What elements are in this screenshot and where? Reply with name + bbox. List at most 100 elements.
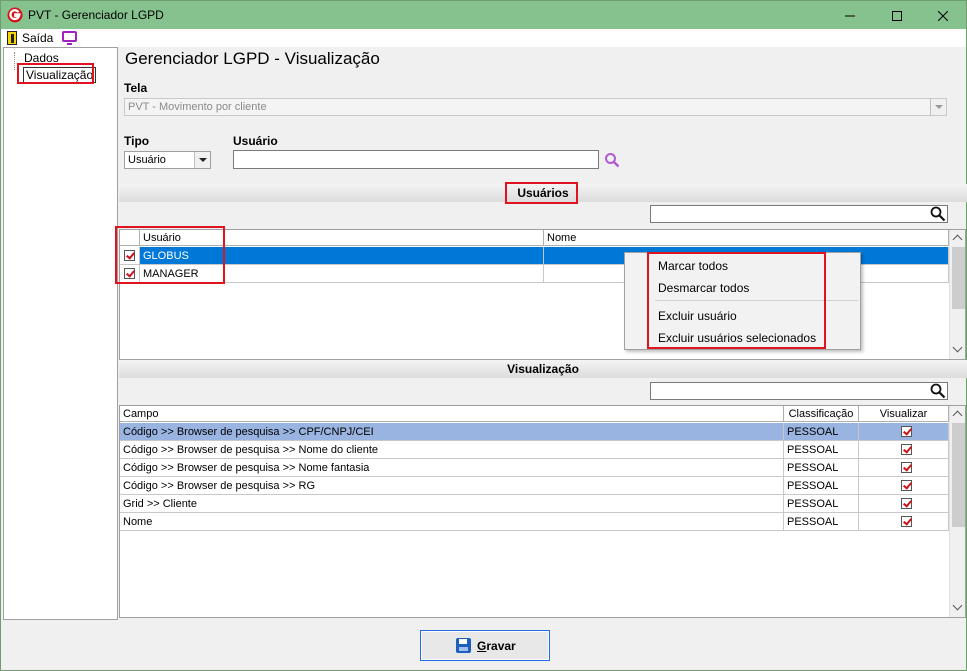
- visualizar-checkbox[interactable]: [901, 444, 912, 455]
- cell-visualizar: [859, 423, 949, 441]
- visualizar-checkbox[interactable]: [901, 516, 912, 527]
- navigation-tree: Dados Visualização: [3, 47, 118, 620]
- cell-classificacao: PESSOAL: [784, 423, 859, 441]
- visualizar-checkbox[interactable]: [901, 426, 912, 437]
- exit-door-icon[interactable]: [7, 31, 17, 45]
- usuario-label: Usuário: [233, 134, 278, 148]
- maximize-button[interactable]: [874, 1, 920, 29]
- cell-campo: Nome: [120, 513, 784, 531]
- cell-visualizar: [859, 495, 949, 513]
- view-section-header: Visualização: [119, 360, 967, 378]
- view-search-input[interactable]: [650, 382, 948, 400]
- column-header-usuario[interactable]: Usuário: [140, 230, 544, 246]
- menu-item-desmarcar-todos[interactable]: Desmarcar todos: [658, 281, 749, 295]
- page-title: Gerenciador LGPD - Visualização: [125, 49, 380, 68]
- visualizar-checkbox[interactable]: [901, 498, 912, 509]
- table-row[interactable]: Código >> Browser de pesquisa >> Nome do…: [120, 441, 949, 459]
- table-row[interactable]: Código >> Browser de pesquisa >> Nome fa…: [120, 459, 949, 477]
- users-grid-header: Usuário Nome: [120, 230, 949, 246]
- cell-classificacao: PESSOAL: [784, 513, 859, 531]
- search-icon[interactable]: [604, 152, 620, 168]
- maximize-icon: [892, 11, 902, 22]
- column-header-classificacao[interactable]: Classificação: [784, 406, 859, 422]
- menu-item-marcar-todos[interactable]: Marcar todos: [658, 259, 728, 273]
- window-title: PVT - Gerenciador LGPD: [28, 8, 164, 22]
- users-section-header: Usuários: [119, 184, 967, 202]
- monitor-icon[interactable]: [62, 31, 77, 45]
- minimize-button[interactable]: [827, 1, 873, 29]
- title-bar: PVT - Gerenciador LGPD: [1, 1, 966, 29]
- checkbox-column-header[interactable]: [120, 230, 140, 246]
- users-grid-scrollbar[interactable]: [949, 230, 965, 359]
- cell-campo: Código >> Browser de pesquisa >> Nome fa…: [120, 459, 784, 477]
- view-grid: Campo Classificação Visualizar Código >>…: [119, 405, 966, 618]
- cell-visualizar: [859, 513, 949, 531]
- save-button-label: Gravar: [477, 639, 516, 653]
- row-checkbox[interactable]: [124, 268, 135, 279]
- row-checkbox-cell: [120, 265, 140, 283]
- tela-label: Tela: [124, 81, 148, 95]
- row-checkbox-cell: [120, 247, 140, 265]
- row-checkbox[interactable]: [124, 250, 135, 261]
- table-row[interactable]: Código >> Browser de pesquisa >> RG PESS…: [120, 477, 949, 495]
- scroll-up-icon[interactable]: [950, 406, 965, 422]
- chevron-down-icon[interactable]: [930, 99, 946, 115]
- view-grid-scrollbar[interactable]: [949, 406, 965, 617]
- menu-separator: [655, 300, 858, 301]
- cell-classificacao: PESSOAL: [784, 477, 859, 495]
- app-logo-icon: [7, 7, 23, 23]
- close-icon: [937, 10, 949, 22]
- cell-classificacao: PESSOAL: [784, 441, 859, 459]
- users-section-title: Usuários: [517, 186, 569, 200]
- cell-usuario: GLOBUS: [140, 247, 544, 265]
- table-row[interactable]: Nome PESSOAL: [120, 513, 949, 531]
- cell-visualizar: [859, 459, 949, 477]
- table-row[interactable]: Código >> Browser de pesquisa >> CPF/CNP…: [120, 423, 949, 441]
- floppy-disk-icon: [456, 638, 471, 653]
- search-icon[interactable]: [930, 383, 946, 399]
- table-row[interactable]: Grid >> Cliente PESSOAL: [120, 495, 949, 513]
- tree-item-dados[interactable]: Dados: [24, 51, 59, 65]
- scroll-down-icon[interactable]: [950, 342, 965, 358]
- menu-item-excluir-usuario[interactable]: Excluir usuário: [658, 309, 737, 323]
- tela-select[interactable]: PVT - Movimento por cliente: [124, 98, 947, 116]
- cell-classificacao: PESSOAL: [784, 459, 859, 477]
- scroll-down-icon[interactable]: [950, 600, 965, 616]
- cell-visualizar: [859, 441, 949, 459]
- view-section-title: Visualização: [507, 362, 579, 376]
- column-header-campo[interactable]: Campo: [120, 406, 784, 422]
- minimize-icon: [845, 15, 855, 17]
- usuario-input[interactable]: [233, 150, 599, 169]
- context-menu: Marcar todos Desmarcar todos Excluir usu…: [624, 252, 861, 350]
- tipo-value: Usuário: [128, 154, 166, 166]
- view-grid-header: Campo Classificação Visualizar: [120, 406, 949, 422]
- column-header-visualizar[interactable]: Visualizar: [859, 406, 949, 422]
- save-button[interactable]: Gravar: [420, 630, 550, 661]
- tipo-select[interactable]: Usuário: [124, 151, 211, 169]
- cell-campo: Código >> Browser de pesquisa >> Nome do…: [120, 441, 784, 459]
- scroll-thumb[interactable]: [952, 423, 965, 527]
- close-button[interactable]: [920, 1, 966, 29]
- users-search-input[interactable]: [650, 205, 948, 223]
- tree-connector: [14, 52, 15, 70]
- cell-visualizar: [859, 477, 949, 495]
- cell-classificacao: PESSOAL: [784, 495, 859, 513]
- tipo-label: Tipo: [124, 134, 150, 148]
- cell-usuario: MANAGER: [140, 265, 544, 283]
- tela-value: PVT - Movimento por cliente: [128, 101, 267, 113]
- cell-campo: Código >> Browser de pesquisa >> RG: [120, 477, 784, 495]
- menu-bar: Saída: [1, 29, 966, 47]
- menu-item-excluir-selecionados[interactable]: Excluir usuários selecionados: [658, 331, 816, 345]
- visualizar-checkbox[interactable]: [901, 480, 912, 491]
- cell-campo: Código >> Browser de pesquisa >> CPF/CNP…: [120, 423, 784, 441]
- scroll-thumb[interactable]: [952, 247, 965, 309]
- chevron-down-icon[interactable]: [194, 152, 210, 168]
- scroll-up-icon[interactable]: [950, 230, 965, 246]
- app-window: PVT - Gerenciador LGPD Saída Dados Visua…: [0, 0, 967, 671]
- search-icon[interactable]: [930, 206, 946, 222]
- tree-item-visualizacao[interactable]: Visualização: [23, 67, 97, 83]
- cell-campo: Grid >> Cliente: [120, 495, 784, 513]
- visualizar-checkbox[interactable]: [901, 462, 912, 473]
- menu-exit[interactable]: Saída: [22, 31, 53, 45]
- column-header-nome[interactable]: Nome: [544, 230, 949, 246]
